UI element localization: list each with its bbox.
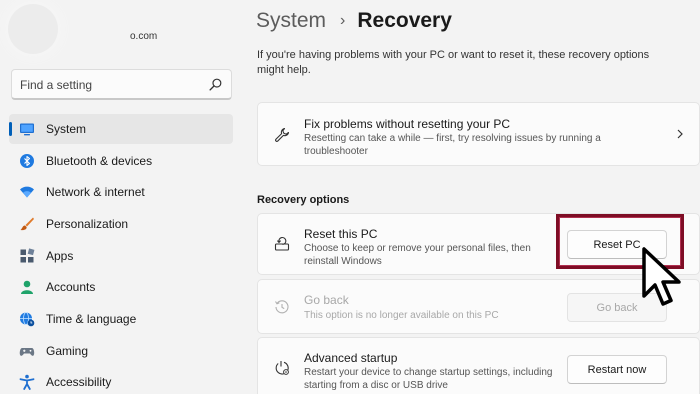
go-back-card: Go back This option is no longer availab… bbox=[257, 279, 700, 334]
reset-pc-title: Reset this PC bbox=[304, 227, 378, 241]
sidebar-item-label: Network & internet bbox=[46, 185, 145, 199]
restart-now-button[interactable]: Restart now bbox=[567, 355, 667, 384]
fix-problems-card[interactable]: Fix problems without resetting your PC R… bbox=[257, 102, 700, 166]
gamepad-icon bbox=[19, 348, 35, 356]
advanced-startup-description: Restart your device to change startup se… bbox=[304, 367, 553, 378]
sidebar-item-gaming[interactable]: Gaming bbox=[9, 336, 233, 366]
globe-clock-icon bbox=[20, 312, 35, 327]
sidebar-item-personalization[interactable]: Personalization bbox=[9, 209, 233, 239]
monitor-icon bbox=[20, 123, 34, 136]
wifi-icon bbox=[20, 186, 34, 198]
reset-pc-icon bbox=[274, 237, 290, 251]
sidebar-item-label: Personalization bbox=[46, 217, 129, 231]
person-icon bbox=[21, 280, 33, 294]
chevron-right-icon bbox=[677, 129, 683, 139]
sidebar-item-label: Gaming bbox=[46, 344, 89, 358]
advanced-startup-icon bbox=[275, 361, 289, 375]
sidebar-item-bluetooth[interactable]: Bluetooth & devices bbox=[9, 146, 233, 176]
sidebar-item-label: Accessibility bbox=[46, 375, 112, 389]
fix-problems-description-2: troubleshooter bbox=[304, 146, 368, 157]
account-email: o.com bbox=[130, 31, 158, 42]
reset-pc-description-2: reinstall Windows bbox=[304, 256, 382, 267]
advanced-startup-title: Advanced startup bbox=[304, 351, 398, 365]
advanced-startup-card: Advanced startup Restart your device to … bbox=[257, 337, 700, 394]
search-icon[interactable] bbox=[209, 78, 222, 91]
go-back-title: Go back bbox=[304, 293, 349, 307]
sidebar-item-time-language[interactable]: Time & language bbox=[9, 304, 233, 334]
active-indicator bbox=[9, 122, 12, 136]
apps-icon bbox=[20, 248, 35, 263]
reset-pc-description: Choose to keep or remove your personal f… bbox=[304, 243, 531, 254]
sidebar-item-network[interactable]: Network & internet bbox=[9, 177, 233, 207]
breadcrumb-parent[interactable]: System bbox=[256, 9, 326, 33]
breadcrumb-separator: › bbox=[340, 12, 346, 29]
intro-text: If you're having problems with your PC o… bbox=[257, 49, 650, 76]
go-back-description: This option is no longer available on th… bbox=[304, 310, 499, 321]
mouse-cursor-icon bbox=[642, 247, 681, 306]
search-box[interactable] bbox=[11, 69, 232, 100]
search-input[interactable] bbox=[20, 76, 200, 94]
sidebar-item-label: Apps bbox=[46, 249, 74, 263]
bluetooth-icon bbox=[20, 154, 34, 168]
section-heading: Recovery options bbox=[257, 194, 350, 206]
sidebar-item-system[interactable]: System bbox=[9, 114, 233, 144]
paintbrush-icon bbox=[20, 217, 34, 231]
sidebar-item-accessibility[interactable]: Accessibility bbox=[9, 367, 233, 394]
history-icon bbox=[275, 300, 289, 314]
avatar[interactable] bbox=[8, 4, 58, 54]
sidebar-item-label: Accounts bbox=[46, 280, 96, 294]
breadcrumb: System › Recovery bbox=[256, 6, 452, 36]
fix-problems-description: Resetting can take a while — first, try … bbox=[304, 133, 601, 144]
settings-window: o.com System Bluetooth & device bbox=[0, 0, 700, 394]
main-content: System › Recovery If you're having probl… bbox=[240, 0, 700, 394]
advanced-startup-description-2: starting from a disc or USB drive bbox=[304, 380, 448, 391]
accessibility-icon bbox=[19, 374, 35, 390]
sidebar-item-label: Time & language bbox=[46, 312, 137, 326]
sidebar-item-label: System bbox=[46, 122, 87, 136]
sidebar-item-accounts[interactable]: Accounts bbox=[9, 272, 233, 302]
wrench-icon bbox=[275, 127, 290, 142]
fix-problems-title: Fix problems without resetting your PC bbox=[304, 117, 511, 131]
sidebar-item-apps[interactable]: Apps bbox=[9, 241, 233, 271]
sidebar-item-label: Bluetooth & devices bbox=[46, 154, 153, 168]
page-title: Recovery bbox=[357, 9, 452, 32]
sidebar: o.com System Bluetooth & device bbox=[0, 0, 240, 394]
